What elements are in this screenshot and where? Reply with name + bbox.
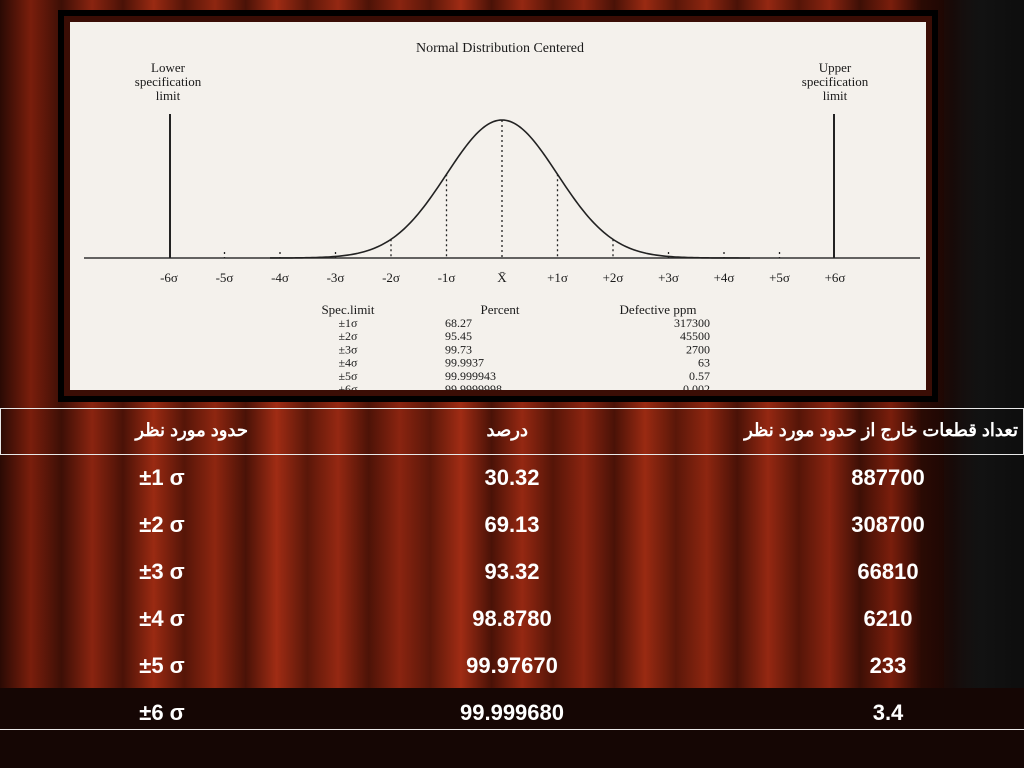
defects-cell: 3.4 bbox=[872, 700, 904, 725]
lower-spec-label-line-2: specification bbox=[135, 74, 202, 89]
figure-inner-border: Normal Distribution Centered Lower speci… bbox=[64, 16, 932, 396]
inset-table-cell: 45500 bbox=[680, 329, 710, 343]
inset-table-cell: 2700 bbox=[686, 342, 710, 356]
inset-table-cell: ±3σ bbox=[338, 342, 358, 356]
upper-spec-label-line-2: specification bbox=[802, 74, 869, 89]
figure-frame: Normal Distribution Centered Lower speci… bbox=[58, 10, 938, 402]
inset-table-cell: 95.45 bbox=[445, 329, 472, 343]
axis-tick-label: +1σ bbox=[547, 270, 568, 285]
inset-header-percent: Percent bbox=[481, 302, 520, 317]
axis-tick-labels: -6σ -5σ -4σ -3σ -2σ -1σ X̄ +1σ +2σ +3σ +4σ +5σ +6σ bbox=[160, 270, 845, 285]
inset-table-cell: ±1σ bbox=[338, 316, 358, 330]
percent-cell: 99.999680 bbox=[460, 700, 564, 725]
spec-cell: ±4 σ bbox=[139, 606, 185, 631]
upper-spec-label-line-1: Upper bbox=[819, 60, 852, 75]
axis-tick-label: +4σ bbox=[714, 270, 735, 285]
percent-cell: 98.8780 bbox=[472, 606, 552, 631]
inset-table-cell: 99.73 bbox=[445, 342, 472, 356]
header-percent: درصد bbox=[486, 420, 528, 440]
inset-table-cell: ±5σ bbox=[338, 369, 358, 383]
figure-title: Normal Distribution Centered bbox=[416, 41, 584, 56]
defects-cell: 308700 bbox=[851, 512, 925, 537]
lower-spec-label-line-1: Lower bbox=[151, 60, 186, 75]
percent-cell: 30.32 bbox=[484, 465, 540, 490]
spec-cell: ±2 σ bbox=[139, 512, 185, 537]
inset-table-cell: 99.999943 bbox=[445, 369, 496, 383]
axis-tick-label: -1σ bbox=[438, 270, 456, 285]
table-left-border bbox=[0, 408, 1, 454]
axis-tick-label: +2σ bbox=[603, 270, 624, 285]
inset-header-spec: Spec.limit bbox=[321, 302, 374, 317]
axis-tick-label: -6σ bbox=[160, 270, 178, 285]
header-spec-range: حدود مورد نظر bbox=[135, 420, 248, 440]
axis-tick-label: -2σ bbox=[382, 270, 400, 285]
inset-table-cell: ±2σ bbox=[338, 329, 358, 343]
inset-table-cell: 317300 bbox=[674, 316, 710, 330]
header-divider bbox=[0, 454, 1024, 455]
sigma-dotted-lines bbox=[223, 120, 781, 258]
lower-spec-label-line-3: limit bbox=[156, 88, 181, 103]
normal-distribution-figure: Normal Distribution Centered Lower speci… bbox=[70, 22, 926, 390]
axis-tick-label: +3σ bbox=[658, 270, 679, 285]
spec-cell: ±3 σ bbox=[139, 559, 185, 584]
axis-tick-label: X̄ bbox=[497, 270, 507, 285]
table-top-border bbox=[0, 408, 1024, 409]
upper-spec-label-line-3: limit bbox=[823, 88, 848, 103]
bell-curve bbox=[269, 119, 750, 259]
inset-header-defective: Defective ppm bbox=[620, 302, 697, 317]
defects-cell: 66810 bbox=[857, 559, 919, 584]
inset-table-cell: ±4σ bbox=[338, 356, 358, 370]
spec-cell: ±1 σ bbox=[139, 465, 185, 490]
axis-tick-label: -3σ bbox=[327, 270, 345, 285]
inset-table-cell: 99.9999998 bbox=[445, 382, 502, 390]
axis-tick-label: +5σ bbox=[769, 270, 790, 285]
axis-tick-label: -5σ bbox=[216, 270, 234, 285]
inset-table-cell: ±6σ bbox=[338, 382, 358, 390]
inset-table: Spec.limit Percent Defective ppm ±1σ 68.2… bbox=[321, 302, 710, 390]
inset-table-cell: 99.9937 bbox=[445, 356, 484, 370]
defects-cell: 887700 bbox=[851, 465, 925, 490]
inset-table-cell: 63 bbox=[698, 356, 710, 370]
header-defects: تعداد قطعات خارج از حدود مورد نظر bbox=[744, 420, 1018, 440]
spec-cell: ±5 σ bbox=[139, 653, 185, 678]
percent-cell: 99.97670 bbox=[466, 653, 558, 678]
figure-svg: Normal Distribution Centered Lower speci… bbox=[84, 41, 920, 390]
defects-cell: 233 bbox=[869, 653, 907, 678]
sigma-table: حدود مورد نظر درصد تعداد قطعات خارج از ح… bbox=[0, 408, 1024, 730]
inset-table-cell: 0.57 bbox=[689, 369, 710, 383]
percent-cell: 93.32 bbox=[484, 559, 540, 584]
percent-cell: 69.13 bbox=[484, 512, 540, 537]
spec-cell: ±6 σ bbox=[139, 700, 185, 725]
inset-table-cell: 0.002 bbox=[683, 382, 710, 390]
axis-tick-label: -4σ bbox=[271, 270, 289, 285]
axis-tick-label: +6σ bbox=[825, 270, 846, 285]
table-bottom-border bbox=[0, 729, 1024, 730]
inset-table-cell: 68.27 bbox=[445, 316, 472, 330]
defects-cell: 6210 bbox=[863, 606, 913, 631]
